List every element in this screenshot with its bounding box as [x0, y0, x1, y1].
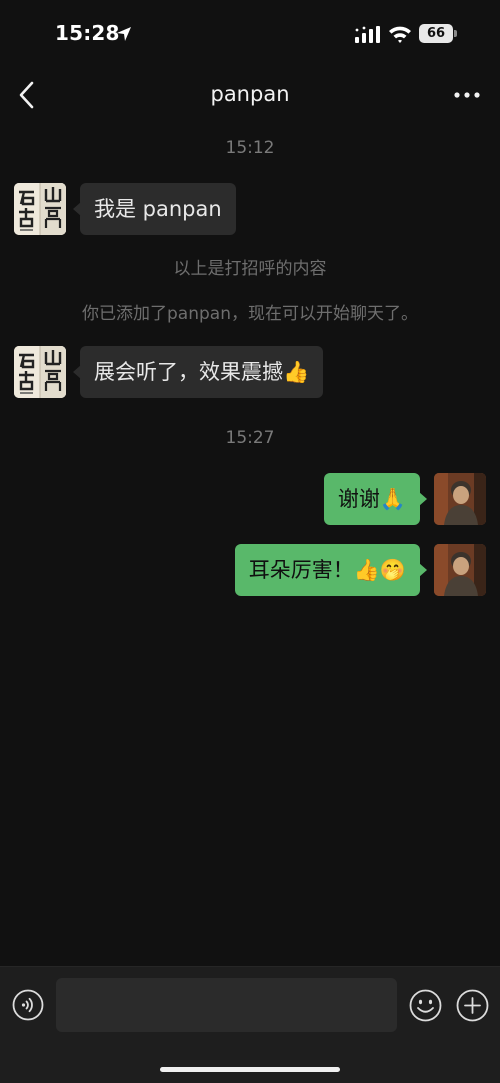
- home-indicator: [160, 1067, 340, 1072]
- my-avatar[interactable]: [434, 544, 486, 596]
- incoming-message[interactable]: 展会听了，效果震撼👍: [72, 346, 324, 398]
- incoming-message[interactable]: 我是 panpan: [73, 183, 236, 235]
- calligraphy-avatar-icon: [14, 183, 66, 235]
- battery-cap: [454, 30, 457, 37]
- battery-level: 66: [419, 24, 453, 43]
- wifi-icon: [389, 26, 411, 43]
- contact-avatar[interactable]: [14, 346, 66, 398]
- chat-title: panpan: [210, 82, 290, 106]
- timestamp: 15:12: [225, 138, 275, 158]
- voice-icon[interactable]: [12, 989, 44, 1021]
- status-bar: 15:28 66: [0, 0, 500, 66]
- emoji-icon[interactable]: [409, 989, 442, 1022]
- my-avatar[interactable]: [434, 473, 486, 525]
- battery-indicator: 66: [419, 24, 457, 43]
- outgoing-message[interactable]: 耳朵厉害！👍🤭: [234, 544, 428, 596]
- outgoing-message[interactable]: 谢谢🙏: [323, 473, 428, 525]
- system-message: 以上是打招呼的内容: [173, 259, 327, 279]
- message-input[interactable]: [56, 978, 397, 1032]
- contact-avatar[interactable]: [14, 183, 66, 235]
- input-bar: [0, 966, 500, 1083]
- portrait-avatar-icon: [434, 473, 486, 525]
- portrait-avatar-icon: [434, 544, 486, 596]
- system-message: 你已添加了panpan，现在可以开始聊天了。: [82, 304, 418, 324]
- plus-icon[interactable]: [456, 989, 489, 1022]
- location-arrow-icon: [117, 27, 131, 41]
- timestamp: 15:27: [225, 428, 275, 448]
- calligraphy-avatar-icon: [14, 346, 66, 398]
- chat-header: panpan: [0, 66, 500, 126]
- cellular-signal-icon: [355, 26, 380, 43]
- status-time: 15:28: [55, 21, 120, 45]
- more-options-button[interactable]: [452, 86, 482, 104]
